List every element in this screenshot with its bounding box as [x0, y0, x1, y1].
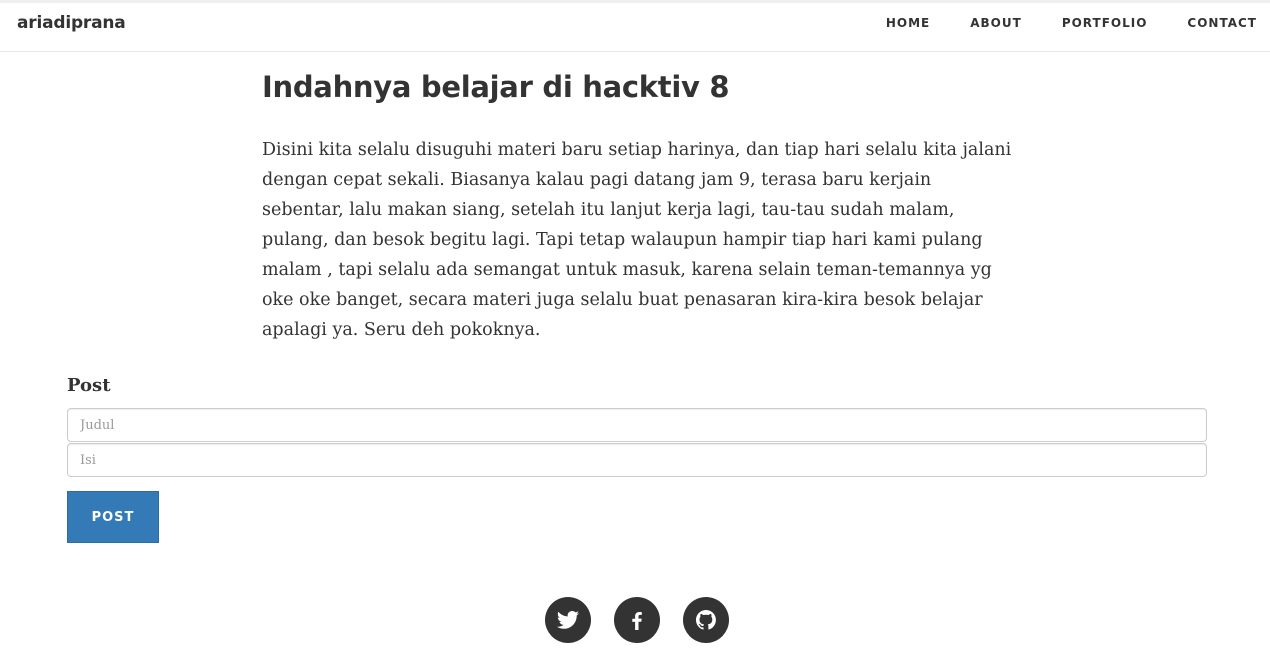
nav-link-about[interactable]: ABOUT — [970, 16, 1022, 30]
title-input[interactable] — [67, 408, 1207, 442]
twitter-icon — [557, 611, 579, 629]
content-input[interactable] — [67, 443, 1207, 477]
post-button[interactable]: POST — [67, 491, 159, 543]
facebook-button[interactable] — [614, 597, 660, 643]
nav-link-portfolio[interactable]: PORTFOLIO — [1062, 16, 1148, 30]
github-icon — [696, 610, 716, 630]
post-body: Disini kita selalu disuguhi materi baru … — [262, 140, 1012, 340]
nav-link-contact[interactable]: CONTACT — [1187, 16, 1257, 30]
brand-link[interactable]: ariadiprana — [17, 13, 126, 33]
social-links — [545, 597, 729, 643]
github-button[interactable] — [683, 597, 729, 643]
nav-links: HOME ABOUT PORTFOLIO CONTACT — [846, 16, 1257, 30]
twitter-button[interactable] — [545, 597, 591, 643]
form-heading: Post — [67, 375, 111, 396]
post-title: Indahnya belajar di hacktiv 8 — [262, 70, 730, 104]
navbar: ariadiprana HOME ABOUT PORTFOLIO CONTACT — [0, 0, 1270, 52]
facebook-icon — [632, 612, 642, 630]
nav-link-home[interactable]: HOME — [886, 16, 930, 30]
